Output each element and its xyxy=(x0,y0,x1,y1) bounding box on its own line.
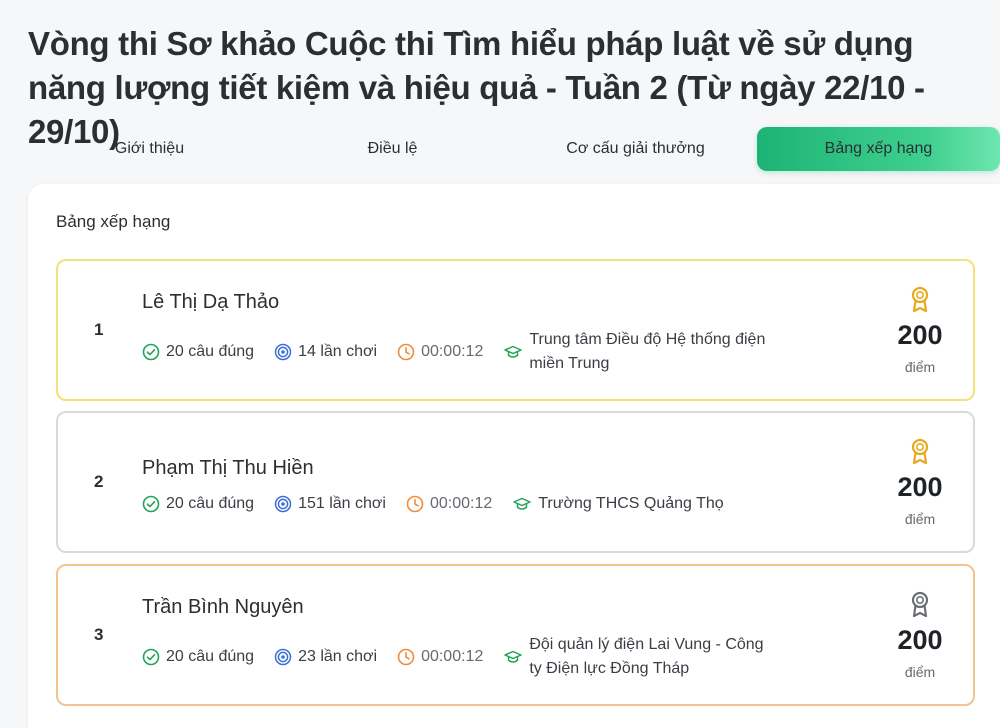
leaderboard-title: Bảng xếp hạng xyxy=(56,212,171,231)
contestant-name: Lê Thị Dạ Thảo xyxy=(142,291,280,313)
leaderboard-entry[interactable]: 1 Lê Thị Dạ Thảo 20 câu đúng 14 lần chơi xyxy=(56,259,975,401)
check-circle-icon xyxy=(142,495,160,513)
organization: Trung tâm Điều độ Hệ thống điện miền Tru… xyxy=(503,328,765,376)
play-count: 23 lần chơi xyxy=(274,648,377,666)
target-icon xyxy=(274,343,292,361)
clock-icon xyxy=(397,648,415,666)
correct-answers: 20 câu đúng xyxy=(142,648,254,666)
score-unit: điểm xyxy=(904,359,936,375)
contestant-name: Phạm Thị Thu Hiền xyxy=(142,457,314,479)
completion-time: 00:00:12 xyxy=(406,495,492,513)
award-gold-icon xyxy=(911,438,929,465)
page: Vòng thi Sơ khảo Cuộc thi Tìm hiểu pháp … xyxy=(0,0,1000,728)
award-gold-icon xyxy=(911,286,929,313)
graduation-cap-icon xyxy=(512,494,532,514)
score-unit: điểm xyxy=(904,664,936,680)
score-unit: điểm xyxy=(904,511,936,527)
check-circle-icon xyxy=(142,343,160,361)
correct-answers: 20 câu đúng xyxy=(142,495,254,513)
leaderboard-entry[interactable]: 2 Phạm Thị Thu Hiền 20 câu đúng 151 lần … xyxy=(56,411,975,553)
leaderboard-panel: Bảng xếp hạng 1 Lê Thị Dạ Thảo 20 câu đú… xyxy=(28,184,1000,728)
clock-icon xyxy=(397,343,415,361)
completion-time: 00:00:12 xyxy=(397,648,483,666)
rank-number: 1 xyxy=(94,320,104,339)
target-icon xyxy=(274,495,292,513)
entry-stats: 20 câu đúng 151 lần chơi 00:00:12 Trường… xyxy=(142,479,774,529)
organization: Trường THCS Quảng Thọ xyxy=(512,492,774,516)
tab-rules[interactable]: Điều lệ xyxy=(271,127,514,171)
score-box: 200 điểm xyxy=(885,413,955,551)
graduation-cap-icon xyxy=(503,647,523,667)
score-box: 200 điểm xyxy=(885,566,955,704)
rank-number: 3 xyxy=(94,625,104,644)
leaderboard-entry[interactable]: 3 Trần Bình Nguyên 20 câu đúng 23 lần ch… xyxy=(56,564,975,706)
contestant-name: Trần Bình Nguyên xyxy=(142,596,304,618)
entry-stats: 20 câu đúng 14 lần chơi 00:00:12 Trung t… xyxy=(142,327,765,377)
play-count: 151 lần chơi xyxy=(274,495,386,513)
tab-prizes[interactable]: Cơ cấu giải thưởng xyxy=(514,127,757,171)
clock-icon xyxy=(406,495,424,513)
completion-time: 00:00:12 xyxy=(397,343,483,361)
entry-stats: 20 câu đúng 23 lần chơi 00:00:12 Đội quả… xyxy=(142,632,765,682)
rank-number: 2 xyxy=(94,472,104,491)
tab-bar: Giới thiệu Điều lệ Cơ cấu giải thưởng Bả… xyxy=(28,127,1000,171)
score-value: 200 xyxy=(897,625,943,655)
award-gray-icon xyxy=(911,591,929,618)
score-value: 200 xyxy=(897,472,943,502)
tab-leaderboard[interactable]: Bảng xếp hạng xyxy=(757,127,1000,171)
score-value: 200 xyxy=(897,320,943,350)
target-icon xyxy=(274,648,292,666)
correct-answers: 20 câu đúng xyxy=(142,343,254,361)
organization: Đội quản lý điện Lai Vung - Công ty Điện… xyxy=(503,633,765,681)
play-count: 14 lần chơi xyxy=(274,343,377,361)
graduation-cap-icon xyxy=(503,342,523,362)
check-circle-icon xyxy=(142,648,160,666)
score-box: 200 điểm xyxy=(885,261,955,399)
tab-introduction[interactable]: Giới thiệu xyxy=(28,127,271,171)
